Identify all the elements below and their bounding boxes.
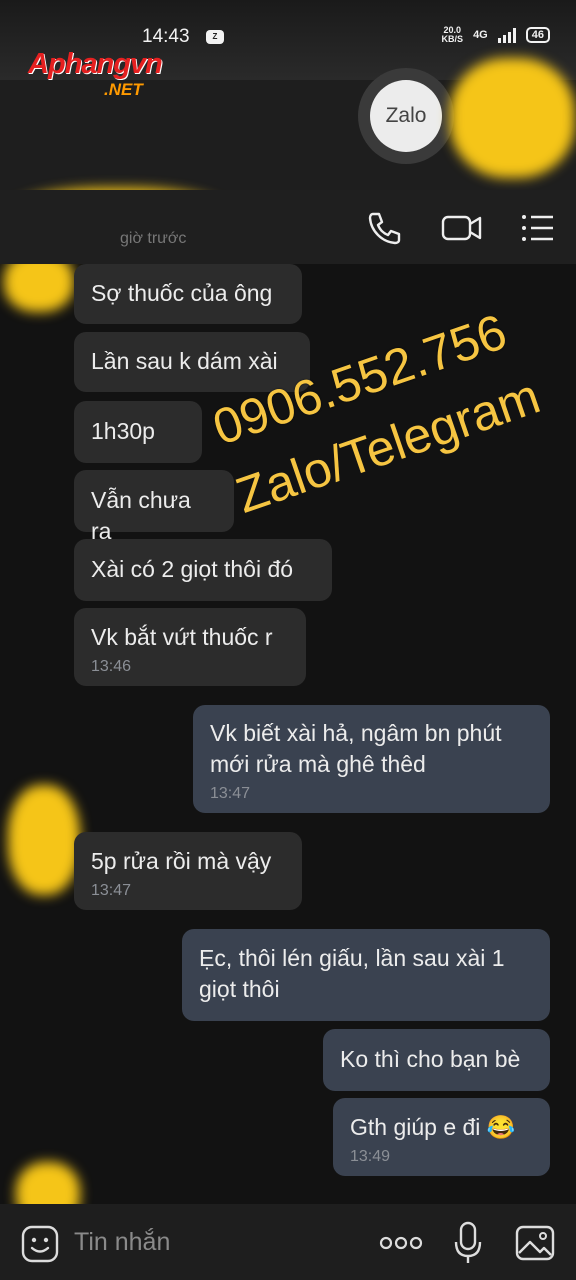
message-incoming[interactable]: Xài có 2 giọt thôi đó: [74, 539, 332, 601]
message-text: Ko thì cho bạn bè: [340, 1046, 521, 1072]
watermark-logo: Aphangvn: [28, 48, 163, 80]
message-text: Vẫn chưa ra: [91, 487, 191, 544]
message-outgoing[interactable]: Gth giúp e đi 😂 13:49: [333, 1098, 550, 1176]
message-time: 13:47: [91, 882, 132, 899]
message-outgoing[interactable]: Ko thì cho bạn bè: [323, 1029, 550, 1091]
network-speed-unit: KB/S: [441, 34, 464, 44]
zalo-floating-button[interactable]: Zalo: [358, 68, 454, 164]
message-outgoing[interactable]: Vk biết xài hả, ngâm bn phút mới rửa mà …: [193, 705, 550, 813]
emoji-icon[interactable]: [20, 1224, 60, 1264]
message-text: Vk bắt vứt thuốc r: [91, 624, 273, 650]
message-incoming[interactable]: 1h30p: [74, 401, 202, 463]
message-text: Sợ thuốc của ông: [91, 280, 273, 306]
message-incoming[interactable]: Lần sau k dám xài: [74, 332, 310, 392]
message-incoming[interactable]: Vk bắt vứt thuốc r 13:46: [74, 608, 306, 686]
message-text: Lần sau k dám xài: [91, 348, 278, 374]
message-list[interactable]: Sợ thuốc của ông Lần sau k dám xài 1h30p…: [0, 264, 576, 1204]
message-outgoing[interactable]: Ẹc, thôi lén giấu, lần sau xài 1 giọt th…: [182, 929, 550, 1021]
last-seen-text: giờ trước: [120, 230, 187, 247]
message-time: 13:46: [91, 658, 132, 675]
zalo-notification-icon: Z: [206, 30, 224, 44]
network-speed: 20.0 KB/S: [442, 26, 464, 44]
status-time: 14:43: [142, 26, 190, 47]
message-incoming[interactable]: 5p rửa rồi mà vậy 13:47: [74, 832, 302, 910]
message-text: 1h30p: [91, 418, 155, 444]
message-text-line: giọt thôi: [199, 976, 280, 1002]
message-time: 13:49: [350, 1148, 391, 1165]
message-text: 5p rửa rồi mà vậy: [91, 848, 272, 874]
status-icons: 20.0 KB/S 4G 46: [442, 26, 550, 44]
message-text: Xài có 2 giọt thôi đó: [91, 556, 294, 582]
message-incoming[interactable]: Vẫn chưa ra: [74, 470, 234, 544]
signal-icon: [497, 27, 516, 43]
message-input[interactable]: Tin nhắn: [74, 1228, 170, 1257]
zalo-floating-label: Zalo: [370, 80, 442, 152]
microphone-icon[interactable]: [452, 1220, 484, 1266]
phone-call-icon[interactable]: [364, 208, 404, 248]
network-type: 4G: [473, 29, 488, 41]
message-text-line: mới rửa mà ghê thêd: [210, 751, 426, 777]
message-time: 13:47: [210, 785, 251, 802]
message-input-bar: Tin nhắn: [0, 1204, 576, 1280]
battery-icon: 46: [525, 27, 550, 43]
message-text: Gth giúp e đi 😂: [350, 1114, 516, 1140]
image-picker-icon[interactable]: [514, 1222, 556, 1264]
message-text-line: Vk biết xài hả, ngâm bn phút: [210, 720, 502, 746]
chat-header: giờ trước: [0, 190, 576, 264]
message-text-line: Ẹc, thôi lén giấu, lần sau xài 1: [199, 945, 505, 971]
message-incoming[interactable]: Sợ thuốc của ông: [74, 264, 302, 324]
video-call-icon[interactable]: [440, 208, 484, 248]
more-options-icon[interactable]: [378, 1228, 424, 1258]
menu-icon[interactable]: [518, 208, 558, 248]
watermark-logo-tld: .NET: [104, 80, 143, 99]
censor-blob: [450, 58, 575, 178]
